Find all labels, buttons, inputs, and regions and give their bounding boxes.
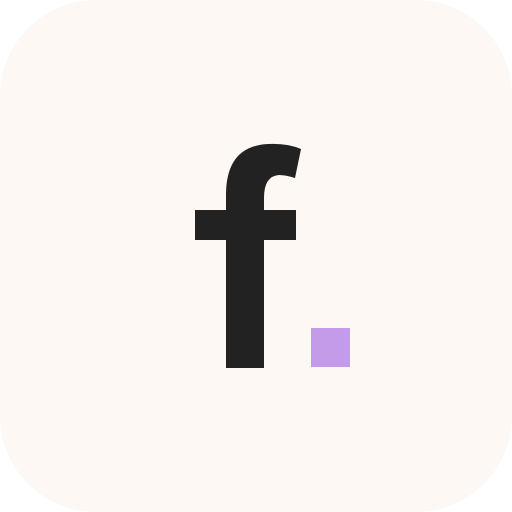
logo-letter-f bbox=[226, 143, 301, 368]
app-icon bbox=[0, 0, 512, 512]
f-dot-logo-icon bbox=[195, 143, 350, 368]
logo-letter-f-crossbar bbox=[195, 210, 296, 240]
logo-dot bbox=[311, 328, 350, 367]
